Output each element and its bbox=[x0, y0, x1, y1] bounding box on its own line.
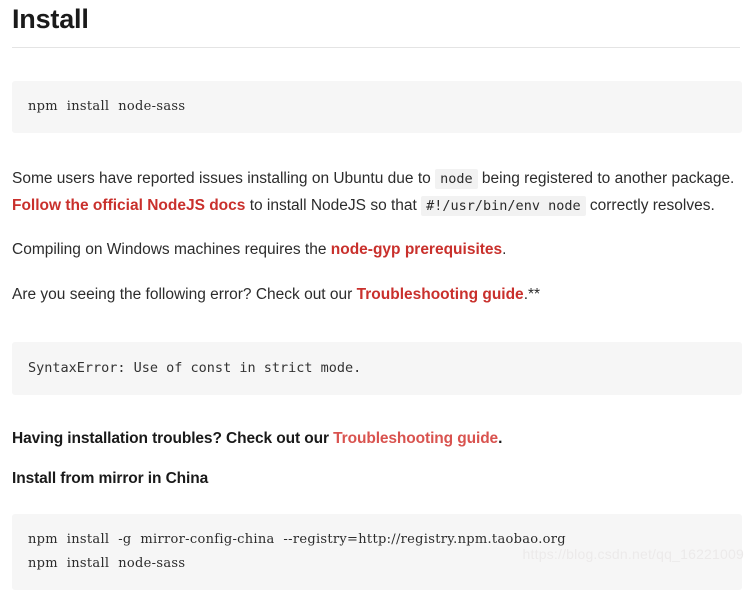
link-nodejs-docs[interactable]: Follow the official NodeJS docs bbox=[12, 197, 245, 214]
link-node-gyp-prerequisites[interactable]: node-gyp prerequisites bbox=[331, 241, 502, 258]
troubles-text-1: Having installation troubles? Check out … bbox=[12, 429, 334, 447]
windows-text-2: . bbox=[502, 241, 507, 259]
code-block-syntax-error: SyntaxError: Use of const in strict mode… bbox=[12, 342, 742, 396]
ubuntu-text-1: Some users have reported issues installi… bbox=[12, 170, 436, 188]
heading-installation-troubles: Having installation troubles? Check out … bbox=[12, 429, 740, 449]
ubuntu-text-3: to install NodeJS so that bbox=[245, 196, 422, 214]
error-check-text-2: .** bbox=[523, 286, 541, 304]
document-content: Install npm install node-sass Some users… bbox=[0, 4, 752, 590]
document-page: Install npm install node-sass Some users… bbox=[0, 4, 752, 590]
heading-install-from-mirror-china: Install from mirror in China bbox=[12, 469, 209, 487]
page-title: Install bbox=[12, 4, 89, 34]
code-block-install-basic: npm install node-sass bbox=[12, 81, 742, 134]
error-check-text-1: Are you seeing the following error? Chec… bbox=[12, 286, 357, 304]
paragraph-error-check: Are you seeing the following error? Chec… bbox=[12, 282, 740, 309]
inline-code-shebang: #!/usr/bin/env node bbox=[421, 195, 586, 216]
inline-code-node: node bbox=[435, 169, 478, 190]
link-troubleshooting-guide-2[interactable]: Troubleshooting guide bbox=[333, 430, 498, 447]
troubles-text-2: . bbox=[498, 429, 503, 447]
code-block-china-mirror: npm install -g mirror-config-china --reg… bbox=[12, 513, 742, 590]
paragraph-ubuntu: Some users have reported issues installi… bbox=[12, 166, 740, 219]
link-troubleshooting-guide-1[interactable]: Troubleshooting guide bbox=[357, 286, 524, 303]
ubuntu-text-2: being registered to another package. bbox=[477, 170, 735, 188]
ubuntu-text-4: correctly resolves. bbox=[585, 196, 715, 214]
paragraph-windows: Compiling on Windows machines requires t… bbox=[12, 237, 740, 264]
windows-text-1: Compiling on Windows machines requires t… bbox=[12, 241, 331, 259]
china-mirror-line-2: npm install node-sass bbox=[28, 556, 186, 572]
china-mirror-line-1: npm install -g mirror-config-china --reg… bbox=[28, 531, 566, 547]
